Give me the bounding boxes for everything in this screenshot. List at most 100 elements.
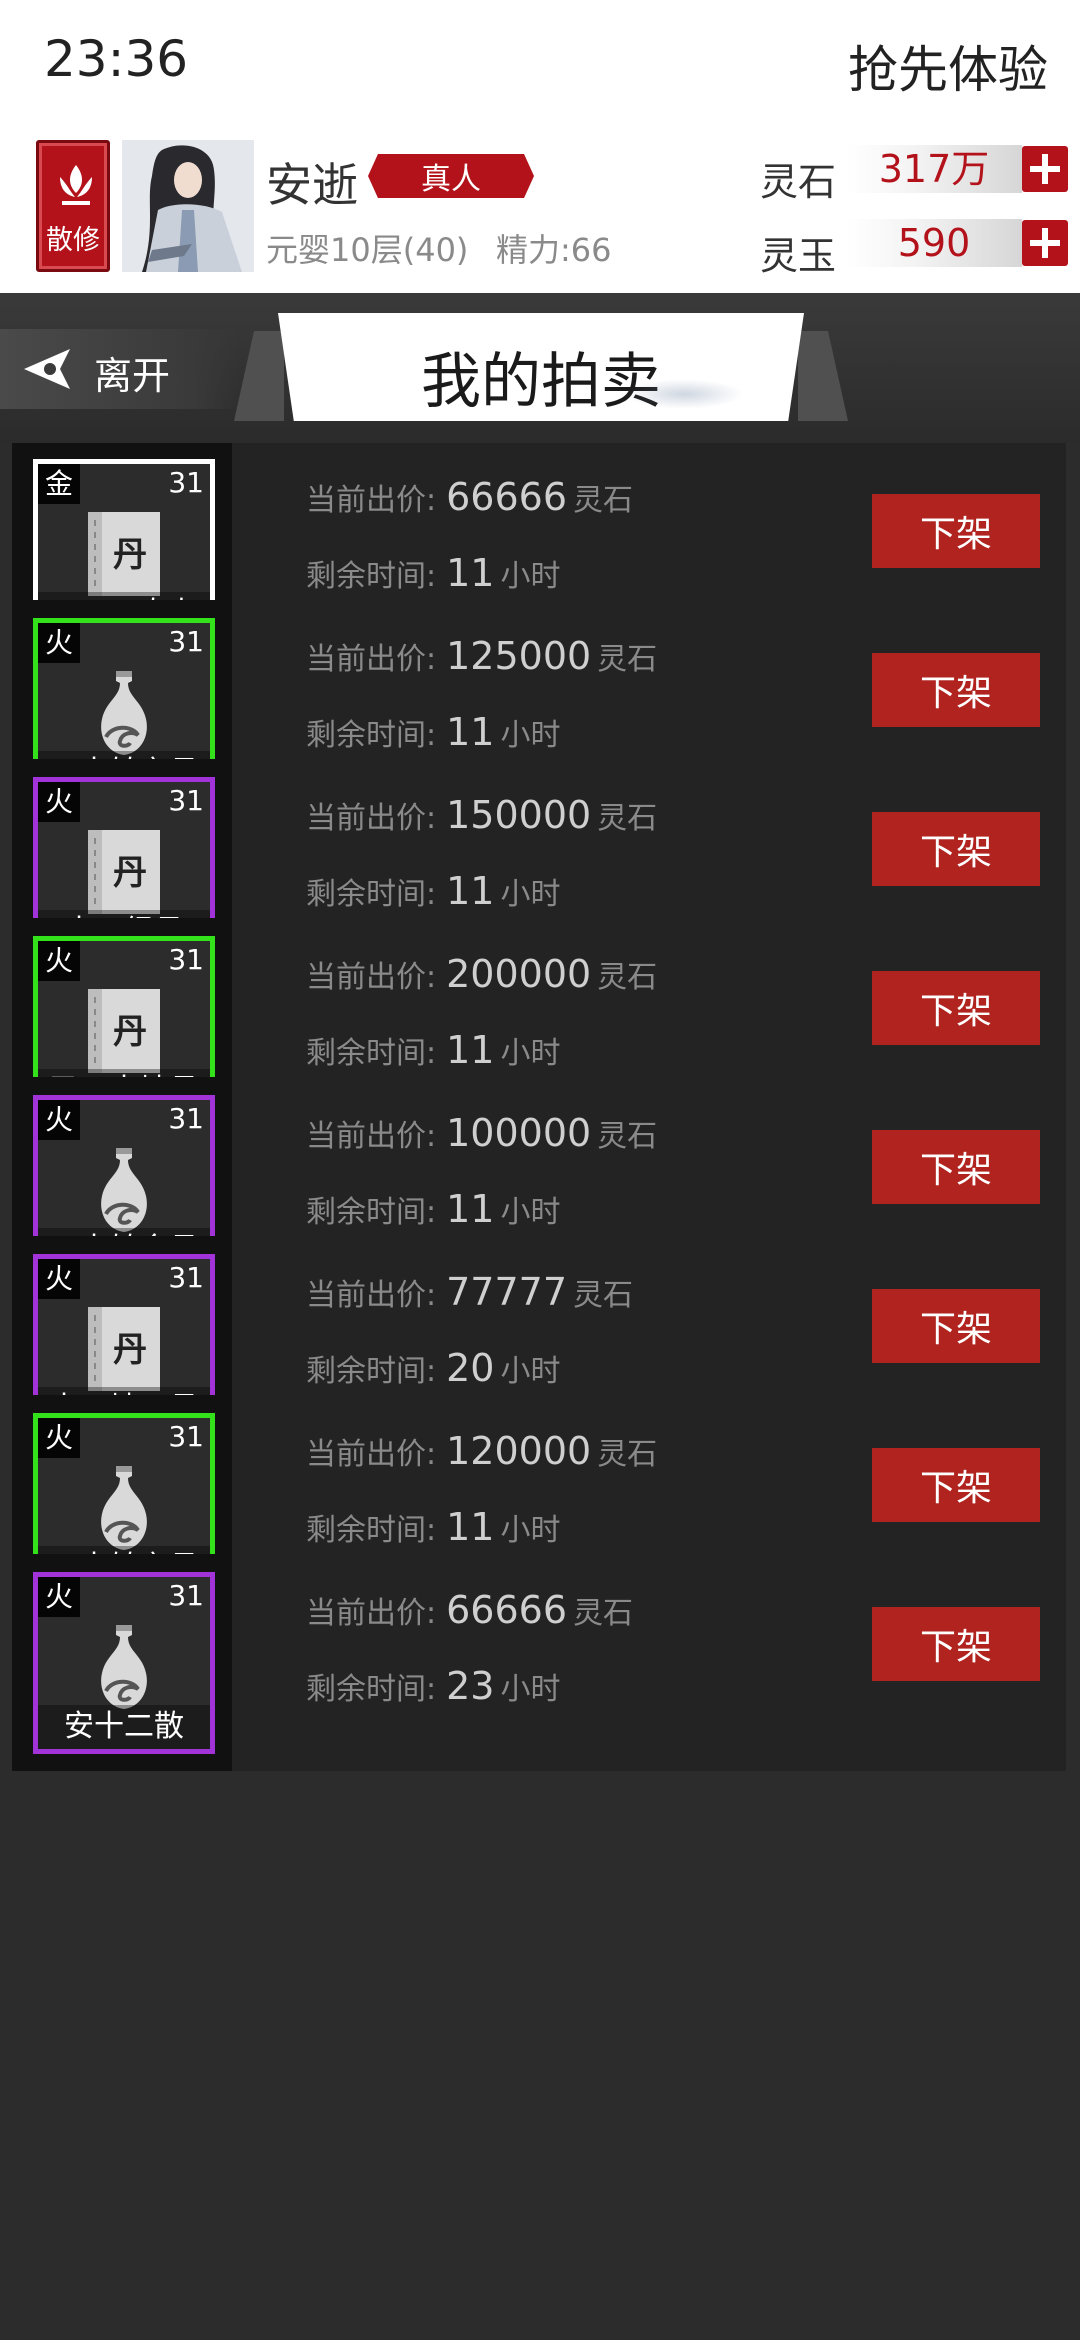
page-title: 我的拍卖 xyxy=(421,347,661,417)
current-bid-label: 当前出价: xyxy=(306,642,437,677)
current-bid-value: 77777 xyxy=(446,1270,567,1314)
current-bid-currency: 灵石 xyxy=(597,642,658,677)
time-remaining-line: 剩余时间: 11 小时 xyxy=(306,869,560,913)
book-icon: 丹 xyxy=(82,508,166,600)
time-remaining-label: 剩余时间: xyxy=(306,718,437,753)
time-remaining-label: 剩余时间: xyxy=(306,1036,437,1071)
back-arrow-icon xyxy=(24,349,70,389)
time-remaining-value: 11 xyxy=(446,869,495,913)
current-bid-line: 当前出价: 77777 灵石 xyxy=(306,1270,633,1314)
book-icon: 丹 xyxy=(82,985,166,1077)
auction-list[interactable]: 金 31 丹 一二八寿丸 当前出价:66666灵石 剩余时间:11小时 下架 火… xyxy=(0,443,1080,2340)
item-name: 安十二散 xyxy=(38,1705,210,1749)
time-remaining-line: 剩余时间: 20 小时 xyxy=(306,1346,560,1390)
title-ornament-right xyxy=(798,331,848,421)
gourd-icon xyxy=(82,1462,166,1554)
delist-button[interactable]: 下架 xyxy=(872,494,1040,568)
time-remaining-value: 20 xyxy=(446,1346,495,1390)
spirit-jade-amount: 590 xyxy=(846,219,1022,267)
current-bid-label: 当前出价: xyxy=(306,1278,437,1313)
book-icon: 丹 xyxy=(82,826,166,918)
current-bid-value: 125000 xyxy=(446,634,592,678)
current-bid-currency: 灵石 xyxy=(597,1437,658,1472)
item-level: 31 xyxy=(168,1420,204,1453)
time-remaining-line: 剩余时间: 11 小时 xyxy=(306,710,560,754)
element-tag: 金 xyxy=(38,464,80,504)
time-remaining-line: 剩余时间: 11 小时 xyxy=(306,1028,560,1072)
current-bid-label: 当前出价: xyxy=(306,801,437,836)
svg-text:丹: 丹 xyxy=(113,535,147,575)
rank-badge: 真人 xyxy=(368,154,534,198)
current-bid-line: 当前出价: 120000 灵石 xyxy=(306,1429,657,1473)
current-bid-value: 66666 xyxy=(446,475,567,519)
time-remaining-line: 剩余时间: 11 小时 xyxy=(306,1505,560,1549)
auction-listing-row: 火 31 安十二散 当前出价: 66666 灵石 剩余时间: 23 小时 下架 xyxy=(12,1554,1066,1771)
time-remaining-value: 11 xyxy=(446,1505,495,1549)
add-spirit-stone-button[interactable] xyxy=(1022,146,1068,192)
element-tag: 火 xyxy=(38,782,80,822)
delist-button[interactable]: 下架 xyxy=(872,812,1040,886)
spirit-stone-label: 灵石 xyxy=(760,160,837,204)
delist-button[interactable]: 下架 xyxy=(872,1607,1040,1681)
item-level: 31 xyxy=(168,1261,204,1294)
item-frame: 火 31 安十二散 xyxy=(33,1572,215,1754)
item-level: 31 xyxy=(168,625,204,658)
current-bid-currency: 灵石 xyxy=(597,960,658,995)
title-bar: 离开 我的拍卖 xyxy=(0,293,1080,443)
avatar[interactable] xyxy=(122,140,254,272)
sect-badge[interactable]: 散修 xyxy=(36,140,110,272)
avatar-portrait xyxy=(122,140,254,272)
title-plaque: 我的拍卖 xyxy=(278,313,804,421)
element-tag: 火 xyxy=(38,1100,80,1140)
time-remaining-unit: 小时 xyxy=(500,559,561,594)
time-remaining-label: 剩余时间: xyxy=(306,1354,437,1389)
leave-label: 离开 xyxy=(94,354,171,398)
time-remaining-unit: 小时 xyxy=(500,877,561,912)
element-tag: 火 xyxy=(38,1259,80,1299)
spirit-jade-label: 灵玉 xyxy=(760,234,837,278)
current-bid-line: 当前出价: 66666 灵石 xyxy=(306,475,633,519)
item-level: 31 xyxy=(168,1579,204,1612)
time-remaining-line: 剩余时间: 11 小时 xyxy=(306,1187,560,1231)
delist-button[interactable]: 下架 xyxy=(872,1448,1040,1522)
time-remaining-line: 剩余时间: 23 小时 xyxy=(306,1664,560,1708)
leave-button[interactable]: 离开 xyxy=(0,329,240,409)
current-bid-line: 当前出价: 200000 灵石 xyxy=(306,952,657,996)
gourd-icon xyxy=(82,1144,166,1236)
current-bid-line: 当前出价: 150000 灵石 xyxy=(306,793,657,837)
player-energy: 精力:66 xyxy=(496,231,612,269)
time-remaining-unit: 小时 xyxy=(500,1354,561,1389)
time-remaining-label: 剩余时间: xyxy=(306,877,437,912)
item-level: 31 xyxy=(168,943,204,976)
time-remaining-unit: 小时 xyxy=(500,1672,561,1707)
current-bid-label: 当前出价: xyxy=(306,960,437,995)
element-tag: 火 xyxy=(38,1418,80,1458)
spirit-stone-amount: 317万 xyxy=(846,145,1022,193)
player-level: 元婴10层(40) xyxy=(266,231,469,269)
delist-button[interactable]: 下架 xyxy=(872,1130,1040,1204)
svg-text:丹: 丹 xyxy=(113,1330,147,1370)
time-remaining-value: 11 xyxy=(446,551,495,595)
delist-button[interactable]: 下架 xyxy=(872,971,1040,1045)
current-bid-line: 当前出价: 100000 灵石 xyxy=(306,1111,657,1155)
element-tag: 火 xyxy=(38,623,80,663)
player-name: 安逝 xyxy=(266,158,358,212)
item-card[interactable]: 火 31 安十二散 xyxy=(12,1554,232,1771)
current-bid-currency: 灵石 xyxy=(597,801,658,836)
time-remaining-line: 剩余时间: 11 小时 xyxy=(306,551,560,595)
current-bid-value: 66666 xyxy=(446,1588,567,1632)
current-bid-line: 当前出价: 125000 灵石 xyxy=(306,634,657,678)
current-bid-currency: 灵石 xyxy=(573,1278,633,1313)
delist-button[interactable]: 下架 xyxy=(872,1289,1040,1363)
gourd-icon xyxy=(82,1621,166,1713)
svg-text:丹: 丹 xyxy=(113,1012,147,1052)
current-bid-value: 200000 xyxy=(446,952,592,996)
sect-label: 散修 xyxy=(46,225,100,256)
current-bid-line: 当前出价: 66666 灵石 xyxy=(306,1588,633,1632)
delist-button[interactable]: 下架 xyxy=(872,653,1040,727)
current-bid-value: 120000 xyxy=(446,1429,592,1473)
time-remaining-value: 11 xyxy=(446,1028,495,1072)
add-spirit-jade-button[interactable] xyxy=(1022,220,1068,266)
time-remaining-unit: 小时 xyxy=(500,718,561,753)
time-remaining-unit: 小时 xyxy=(500,1513,561,1548)
